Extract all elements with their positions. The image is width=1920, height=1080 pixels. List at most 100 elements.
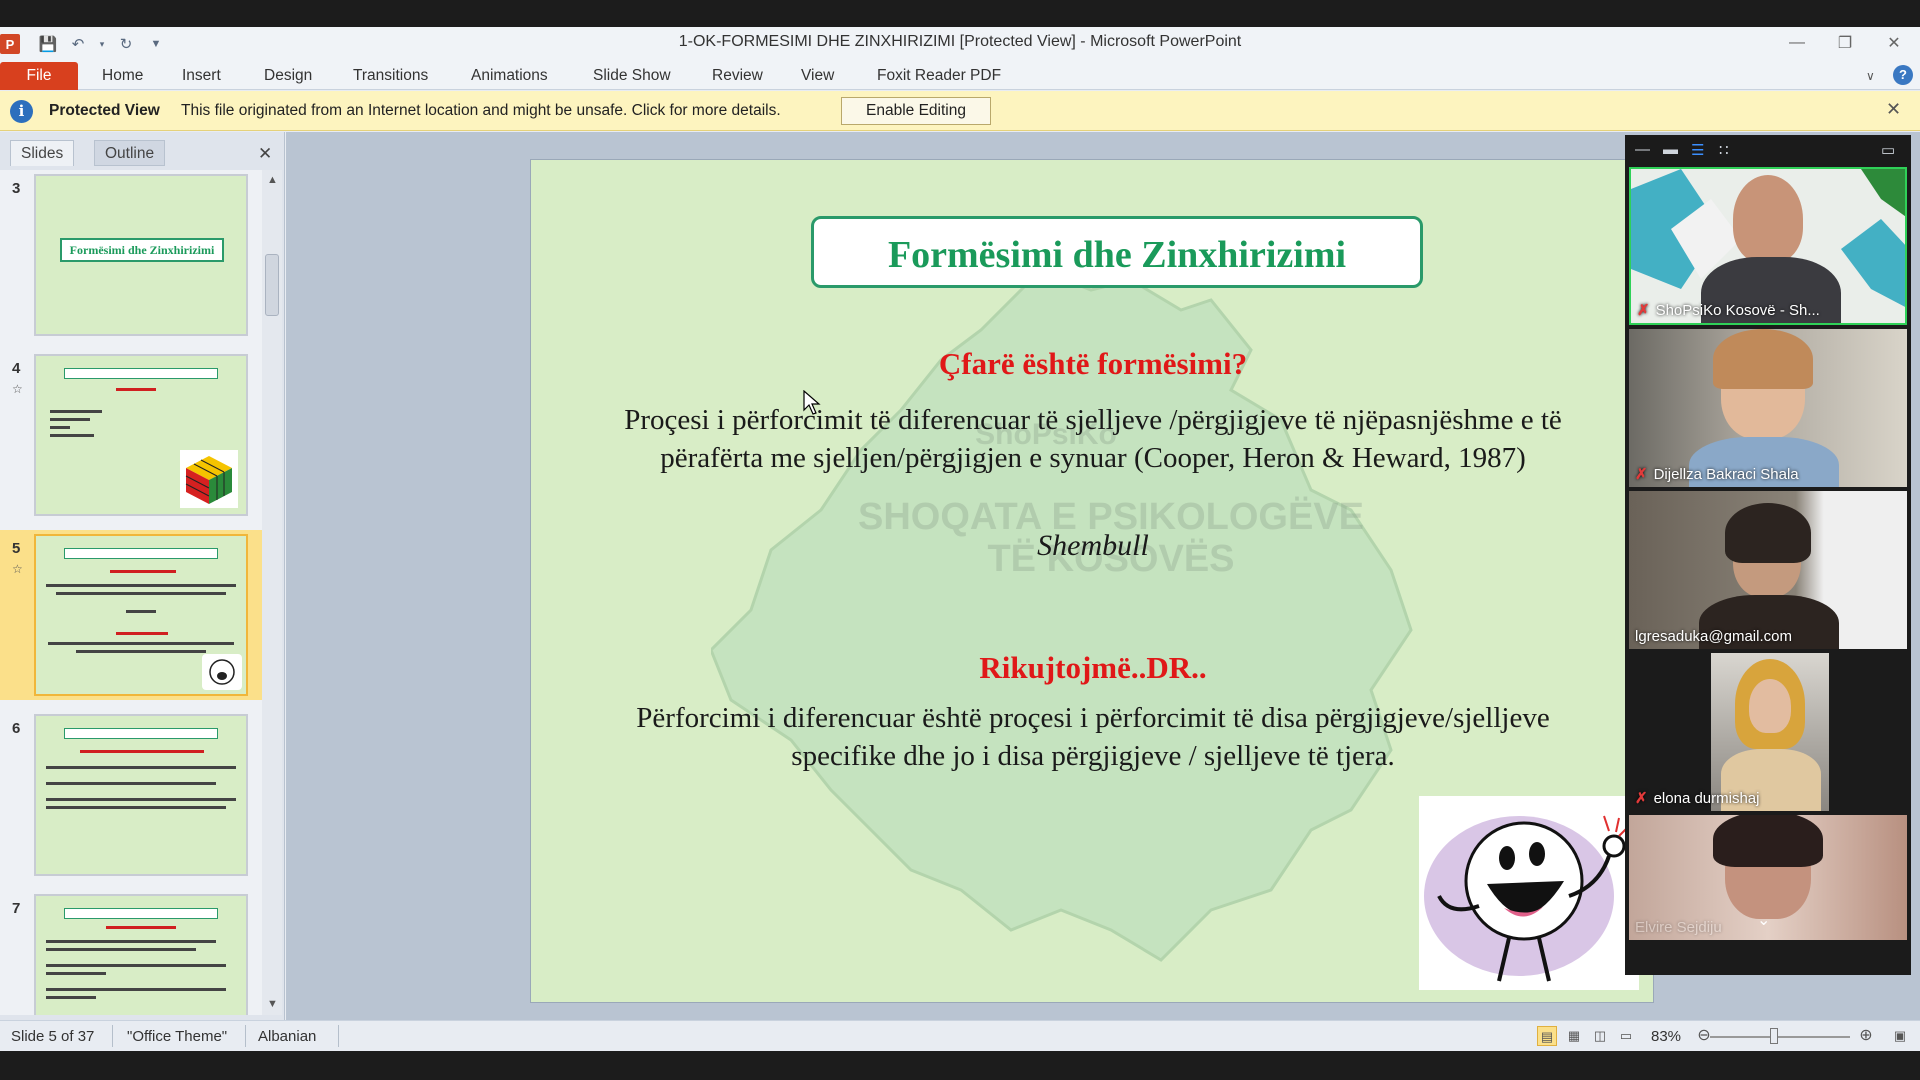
thumbnail-number: 7	[12, 900, 21, 917]
help-icon[interactable]: ?	[1893, 65, 1913, 85]
strip-view-icon[interactable]: ☰	[1691, 141, 1704, 159]
thumbnail-text-line	[126, 610, 156, 613]
slides-pane: Slides Outline ✕ 3 Formësimi dhe Zinxhir…	[0, 132, 285, 1020]
participant-name: lgresaduka@gmail.com	[1635, 628, 1792, 645]
tab-design[interactable]: Design	[264, 64, 312, 88]
thumbnail-slide-3[interactable]: 3 Formësimi dhe Zinxhirizimi	[0, 170, 262, 340]
video-panel-toolbar: — ▬ ☰ ∷ ▭	[1625, 135, 1911, 165]
window-title: 1-OK-FORMESIMI DHE ZINXHIRIZIMI [Protect…	[678, 33, 1242, 50]
protected-view-bar: i Protected View This file originated fr…	[0, 91, 1920, 131]
animation-star-icon: ☆	[12, 382, 23, 396]
popout-panel-icon[interactable]: ▭	[1881, 141, 1895, 159]
participant-video[interactable]: ✗ Dijellza Bakraci Shala	[1629, 329, 1907, 487]
thumbnail-text-line	[46, 972, 106, 975]
slide-definition-line2: përafërta me sjelljen/përgjigjen e synua…	[660, 442, 1526, 474]
thumbnail-red-line	[110, 570, 176, 573]
status-separator	[112, 1025, 113, 1047]
close-icon[interactable]: ✕	[1876, 31, 1912, 55]
current-slide[interactable]: ShoPsiKo SHOQATA E PSIKOLOGËVE TË KOSOVË…	[530, 159, 1654, 1003]
thumbnail-title-box	[64, 548, 218, 559]
tab-file[interactable]: File	[0, 62, 78, 90]
gallery-view-icon[interactable]: ∷	[1719, 141, 1729, 159]
scroll-down-icon[interactable]: ▼	[267, 998, 278, 1010]
thumbnail-text-line	[46, 988, 226, 991]
thumbnail-red-line	[116, 388, 156, 391]
participant-video[interactable]: lgresaduka@gmail.com	[1629, 491, 1907, 649]
pane-close-icon[interactable]: ✕	[258, 144, 272, 164]
chevron-down-icon[interactable]: ⌄	[1757, 910, 1770, 930]
participant-name: ✗ ShoPsiKo Kosovë - Sh...	[1637, 301, 1820, 319]
minimize-ribbon-icon[interactable]: ∨	[1866, 64, 1875, 88]
protected-view-message[interactable]: This file originated from an Internet lo…	[181, 102, 781, 120]
thumbnail-text-line	[46, 766, 236, 769]
language-indicator[interactable]: Albanian	[258, 1028, 316, 1045]
participant-name-text: Dijellza Bakraci Shala	[1653, 466, 1799, 483]
thumbnail-number: 3	[12, 180, 21, 197]
thumbnail-text-line	[46, 940, 216, 943]
slide-sorter-icon[interactable]: ▦	[1564, 1026, 1584, 1046]
status-bar: Slide 5 of 37 "Office Theme" Albanian ▤ …	[0, 1020, 1920, 1051]
protected-bar-close-icon[interactable]: ✕	[1886, 99, 1901, 120]
thumbnail-text-line	[46, 798, 236, 801]
tab-transitions[interactable]: Transitions	[353, 64, 428, 88]
thumbnail-slide-7[interactable]: 7	[0, 890, 262, 1015]
tab-home[interactable]: Home	[102, 64, 143, 88]
thumbnail-image[interactable]	[34, 354, 248, 516]
slide-title-box[interactable]: Formësimi dhe Zinxhirizimi	[811, 216, 1423, 288]
slide-show-icon[interactable]: ▭	[1616, 1026, 1636, 1046]
normal-view-icon[interactable]: ▤	[1537, 1026, 1557, 1046]
speaker-view-icon[interactable]: ▬	[1663, 141, 1678, 158]
thumbnail-slide-6[interactable]: 6	[0, 710, 262, 880]
zoom-slider-thumb[interactable]	[1770, 1028, 1778, 1044]
thumbnail-slide-5[interactable]: 5 ☆	[0, 530, 262, 700]
thumbnails-scrollbar[interactable]: ▲ ▼	[262, 170, 282, 1015]
minimize-icon[interactable]: —	[1779, 31, 1815, 55]
muted-mic-icon: ✗	[1637, 302, 1650, 319]
person-hair	[1713, 329, 1813, 389]
participant-name: Elvire Sejdiju	[1635, 919, 1722, 936]
muted-mic-icon: ✗	[1635, 466, 1648, 483]
zoom-slider-track[interactable]	[1710, 1036, 1850, 1038]
mouse-cursor-icon	[803, 390, 821, 415]
person-face	[1749, 679, 1791, 733]
reading-view-icon[interactable]: ◫	[1590, 1026, 1610, 1046]
thumbnail-image[interactable]	[34, 714, 248, 876]
thumbnail-image[interactable]	[34, 534, 248, 696]
tab-view[interactable]: View	[801, 64, 834, 88]
thumbnail-red-line	[80, 750, 204, 753]
thumbnail-image[interactable]	[34, 894, 248, 1015]
thumbnail-slide-4[interactable]: 4 ☆	[0, 350, 262, 520]
tab-slides[interactable]: Slides	[10, 140, 75, 166]
thumbnail-number: 4	[12, 360, 21, 377]
thumbnail-number: 5	[12, 540, 21, 557]
restore-icon[interactable]: ❐	[1827, 31, 1863, 55]
participant-video[interactable]: ✗ elona durmishaj	[1629, 653, 1907, 811]
tab-outline[interactable]: Outline	[94, 140, 166, 166]
zoom-level[interactable]: 83%	[1651, 1028, 1681, 1045]
tab-review[interactable]: Review	[712, 64, 763, 88]
fit-to-window-icon[interactable]: ▣	[1890, 1026, 1910, 1046]
minimize-panel-icon[interactable]: —	[1635, 141, 1650, 158]
participant-name-text: lgresaduka@gmail.com	[1635, 628, 1792, 645]
tab-animations[interactable]: Animations	[471, 64, 548, 88]
scrollbar-thumb[interactable]	[265, 254, 279, 316]
thumbnail-image[interactable]: Formësimi dhe Zinxhirizimi	[34, 174, 248, 336]
thumbnail-title-box	[64, 908, 218, 919]
slide-title: Formësimi dhe Zinxhirizimi	[887, 234, 1347, 276]
thumbnail-text-line	[50, 434, 94, 437]
thumbnail-text-line	[46, 806, 226, 809]
zoom-in-icon[interactable]: ⊕	[1856, 1026, 1876, 1046]
enable-editing-button[interactable]: Enable Editing	[841, 97, 991, 125]
animation-star-icon: ☆	[12, 562, 23, 576]
slide-thumbnails: 3 Formësimi dhe Zinxhirizimi 4 ☆ 5 ☆ 6 7	[0, 170, 262, 1015]
tab-slide-show[interactable]: Slide Show	[593, 64, 671, 88]
ribbon-tabs: File Home Insert Design Transitions Anim…	[0, 60, 1920, 90]
participant-video[interactable]: ✗ ShoPsiKo Kosovë - Sh...	[1629, 167, 1907, 325]
tab-insert[interactable]: Insert	[182, 64, 221, 88]
top-black-bar	[0, 0, 1920, 27]
rubiks-cube-image	[180, 450, 238, 508]
thumbnail-text-line	[56, 592, 226, 595]
tab-foxit-reader-pdf[interactable]: Foxit Reader PDF	[877, 64, 1001, 88]
scroll-up-icon[interactable]: ▲	[267, 174, 278, 186]
protected-view-label: Protected View	[49, 102, 160, 119]
